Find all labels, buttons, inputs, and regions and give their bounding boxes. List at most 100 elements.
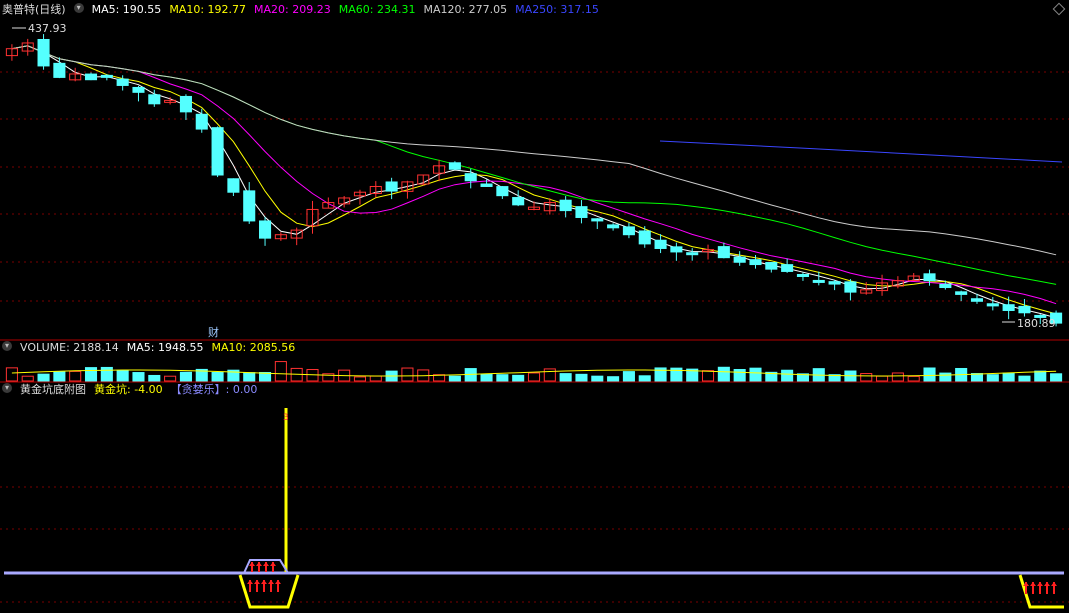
candle-body (970, 298, 984, 302)
candle-body (844, 281, 857, 293)
candle-body (749, 259, 762, 266)
volume-bar (543, 368, 556, 382)
arrow-head-icon (261, 580, 267, 584)
volume-bar (148, 374, 161, 382)
volume-bar (907, 375, 920, 382)
arrow-head-icon (1051, 582, 1057, 586)
volume-bar (876, 375, 889, 382)
ma-line (11, 45, 1057, 319)
candle-body (448, 162, 461, 170)
volume-bar (1050, 373, 1063, 382)
chart-canvas[interactable]: 437.93 180.89 财 3 (0, 0, 1069, 613)
candle-body (53, 62, 66, 78)
candle-body (828, 281, 841, 285)
candle-body (148, 94, 161, 105)
candle-body (765, 262, 778, 270)
ma-line (11, 45, 1057, 305)
volume-bar (1018, 375, 1031, 382)
candle-body (670, 246, 683, 253)
candle-body (591, 218, 604, 222)
volume-bar (480, 373, 493, 382)
volume-bar (132, 372, 145, 382)
volume-bar (164, 375, 177, 382)
candle-body (638, 230, 651, 245)
arrow-head-icon (247, 580, 253, 584)
candle-body (179, 95, 192, 113)
candle-body (955, 291, 968, 295)
volume-bar (401, 367, 414, 382)
diamond-icon[interactable] (1052, 2, 1066, 16)
arrow-head-icon (263, 562, 269, 566)
candle-body (939, 283, 952, 289)
volume-bar (607, 376, 620, 382)
high-price-label: 437.93 (28, 22, 67, 35)
volume-bar (179, 371, 192, 382)
volume-bar (69, 370, 82, 382)
candle-body (622, 226, 635, 236)
volume-bar (638, 375, 651, 382)
candle-body (812, 279, 825, 283)
candle-body (116, 78, 129, 86)
candle-body (575, 206, 588, 218)
arrow-head-icon (1044, 582, 1050, 586)
volume-bar (1034, 370, 1047, 382)
candle-body (559, 199, 572, 212)
candle-body (195, 113, 208, 130)
volume-bar (21, 375, 34, 382)
volume-bar (860, 373, 873, 382)
low-price-label: 180.89 (1017, 317, 1056, 330)
volume-bar (5, 367, 18, 382)
ma-line (11, 45, 1057, 315)
candle-body (259, 220, 272, 239)
volume-bar (243, 372, 256, 382)
volume-bar (369, 375, 382, 382)
candle-body (211, 127, 224, 176)
candle-body (243, 190, 256, 222)
candle-body (480, 183, 493, 187)
financial-report-marker[interactable]: 财 (208, 325, 219, 339)
candle-body (986, 303, 999, 307)
candle-body (796, 273, 809, 277)
ma250-line (659, 140, 1063, 163)
candle-body (654, 239, 667, 249)
candle-body (385, 181, 398, 192)
candle-body (227, 178, 240, 193)
volume-bar (923, 367, 936, 382)
arrow-head-icon (1037, 582, 1043, 586)
candle-body (607, 224, 620, 229)
candle-body (1018, 305, 1031, 314)
volume-bar (591, 375, 604, 382)
volume-bar (1002, 372, 1015, 382)
ma-line (11, 45, 1057, 256)
candle-body (717, 246, 730, 259)
volume-bar (717, 366, 730, 382)
arrow-head-icon (254, 580, 260, 584)
spike-label: 3 (283, 413, 289, 423)
arrow-head-icon (1030, 582, 1036, 586)
candle-body (781, 264, 794, 272)
volume-bar (733, 368, 746, 382)
candle-body (496, 186, 509, 197)
arrow-head-icon (256, 562, 262, 566)
arrow-head-icon (268, 580, 274, 584)
candle-body (1002, 304, 1015, 311)
arrow-head-icon (275, 580, 281, 584)
candle-body (100, 74, 113, 78)
volume-bar (353, 376, 367, 382)
volume-bar (37, 373, 50, 382)
volume-bar (622, 371, 635, 382)
ma-line (11, 45, 1057, 285)
candle-body (84, 73, 98, 81)
candle-body (464, 173, 477, 182)
volume-bar (116, 369, 129, 382)
volume-bar (53, 371, 66, 382)
volume-bar (575, 373, 588, 382)
volume-bar (701, 370, 715, 382)
volume-bar (891, 372, 904, 382)
volume-bar (512, 374, 525, 382)
volume-bar (559, 373, 572, 382)
volume-bar (100, 366, 113, 382)
volume-bar (448, 375, 461, 382)
volume-bar (986, 374, 999, 382)
volume-bar (496, 374, 509, 382)
